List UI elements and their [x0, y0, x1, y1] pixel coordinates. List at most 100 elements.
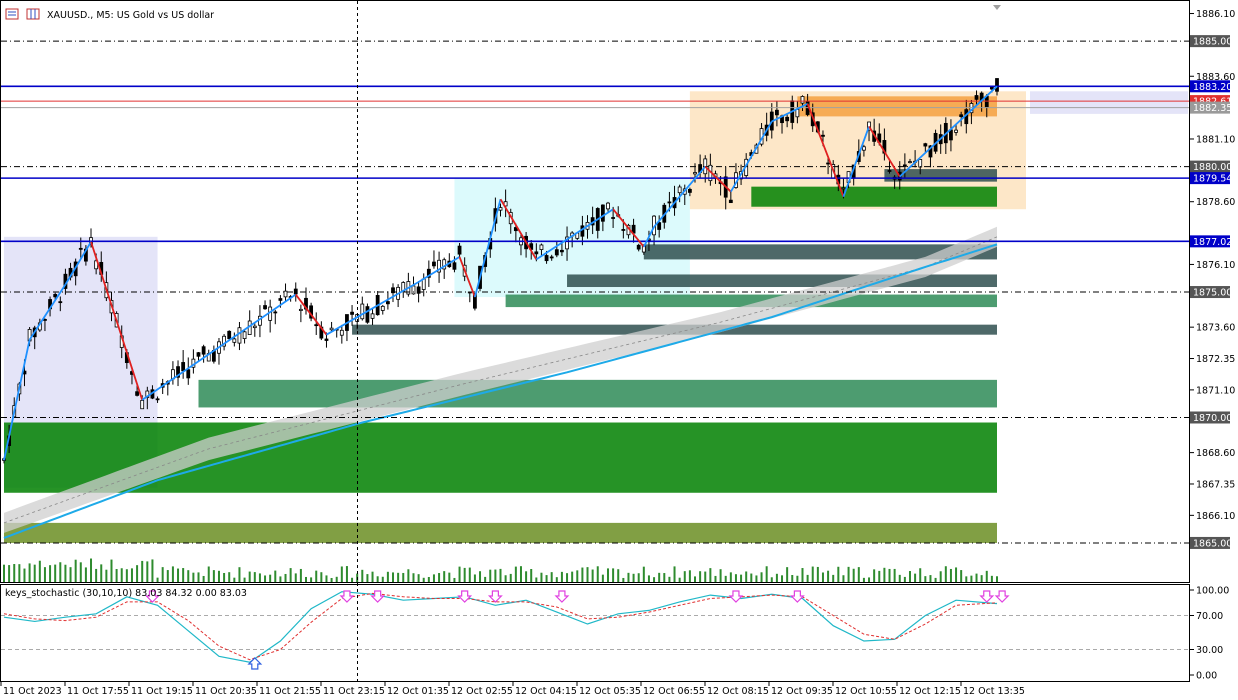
volume-bar	[581, 567, 584, 582]
candle-body	[995, 78, 999, 92]
volume-bar	[827, 570, 830, 582]
volume-bar	[509, 573, 512, 582]
volume-bar	[23, 568, 26, 582]
volume-bar	[842, 575, 845, 582]
candle-body	[621, 229, 626, 231]
volume-bar	[120, 568, 123, 582]
time-tick-label: 12 Oct 13:35	[963, 686, 1025, 697]
volume-bar	[115, 569, 118, 582]
volume-bar	[182, 568, 185, 582]
volume-bar	[274, 570, 277, 582]
chart-grid-icon[interactable]	[26, 8, 40, 20]
volume-bar	[345, 566, 348, 582]
volume-bar	[289, 568, 292, 582]
volume-bar	[591, 569, 594, 582]
time-tick-label: 12 Oct 12:15	[899, 686, 961, 697]
price-tick-label: 1871.10	[1196, 385, 1235, 396]
volume-bar	[965, 576, 968, 582]
price-tick-label: 1867.35	[1196, 479, 1235, 490]
volume-bar	[223, 572, 226, 582]
volume-bar	[734, 574, 737, 582]
price-tick-label: 1868.60	[1196, 448, 1235, 459]
time-tick-label: 11 Oct 21:55	[259, 686, 321, 697]
volume-bar	[412, 573, 415, 582]
volume-bar	[796, 575, 799, 582]
candle-body	[350, 311, 354, 315]
volume-bar	[970, 575, 973, 582]
volume-bar	[755, 575, 758, 582]
price-tick-label: 1881.10	[1196, 134, 1235, 145]
volume-bar	[821, 572, 824, 582]
candle-body	[263, 305, 267, 310]
volume-bar	[852, 568, 855, 582]
candle-body	[329, 327, 334, 331]
volume-bar	[719, 569, 722, 582]
candle-body	[411, 285, 416, 295]
volume-bar	[668, 576, 671, 582]
chart-canvas[interactable]: 1885.001883.201882.611882.351880.001879.…	[0, 0, 1238, 700]
volume-bar	[361, 569, 364, 582]
volume-bar	[264, 575, 267, 582]
volume-bar	[903, 576, 906, 582]
volume-bar	[781, 575, 784, 582]
volume-bar	[919, 568, 922, 582]
volume-bar	[519, 566, 522, 582]
candle-body	[785, 116, 790, 122]
volume-bar	[949, 568, 952, 582]
volume-bar	[637, 573, 640, 582]
volume-bar	[161, 567, 164, 582]
chart-window-icon[interactable]	[5, 8, 19, 20]
candle-body	[237, 327, 242, 344]
volume-bar	[258, 573, 261, 582]
candle-body	[252, 325, 257, 329]
volume-bar	[166, 570, 169, 582]
volume-bar	[514, 566, 517, 582]
volume-bar	[279, 576, 282, 582]
volume-bar	[653, 577, 656, 582]
volume-bar	[217, 570, 220, 582]
volume-bar	[253, 572, 256, 582]
zone-olive-block	[4, 522, 997, 543]
volume-bar	[479, 571, 482, 582]
volume-bar	[924, 576, 927, 582]
volume-bar	[64, 564, 67, 582]
volume-bar	[939, 571, 942, 582]
volume-bar	[775, 573, 778, 582]
candle-body	[923, 143, 928, 147]
stoch-tick-label: 30.00	[1196, 645, 1223, 656]
volume-bar	[269, 574, 272, 582]
volume-bar	[632, 573, 635, 582]
candle-body	[293, 288, 298, 295]
price-tag-1870.00: 1870.00	[1193, 413, 1232, 424]
volume-bar	[294, 573, 297, 582]
volume-bar	[69, 567, 72, 582]
volume-bar	[212, 570, 215, 582]
volume-bar	[873, 569, 876, 582]
volume-bar	[386, 571, 389, 582]
candle-body	[667, 201, 672, 204]
volume-bar	[13, 564, 16, 582]
volume-bar	[238, 567, 241, 582]
candle-body	[795, 108, 800, 118]
candle-body	[554, 249, 559, 256]
volume-bar	[202, 575, 205, 582]
volume-bar	[3, 564, 5, 582]
volume-bar	[28, 563, 31, 582]
volume-bar	[770, 577, 773, 582]
volume-bar	[351, 577, 354, 582]
volume-bar	[914, 573, 917, 582]
volume-bar	[888, 568, 891, 582]
volume-bar	[601, 574, 604, 582]
candle-body	[826, 162, 830, 165]
price-tag-1880.00: 1880.00	[1193, 162, 1232, 173]
candle-body	[549, 256, 554, 259]
candle-body	[385, 301, 390, 305]
volume-bar	[427, 576, 430, 582]
candle-body	[949, 129, 953, 141]
volume-bar	[90, 558, 93, 582]
time-tick-label: 11 Oct 23:15	[323, 686, 385, 697]
candle-body	[457, 245, 462, 255]
volume-bar	[402, 572, 405, 582]
volume-bar	[893, 568, 896, 582]
candle-body	[452, 262, 457, 270]
